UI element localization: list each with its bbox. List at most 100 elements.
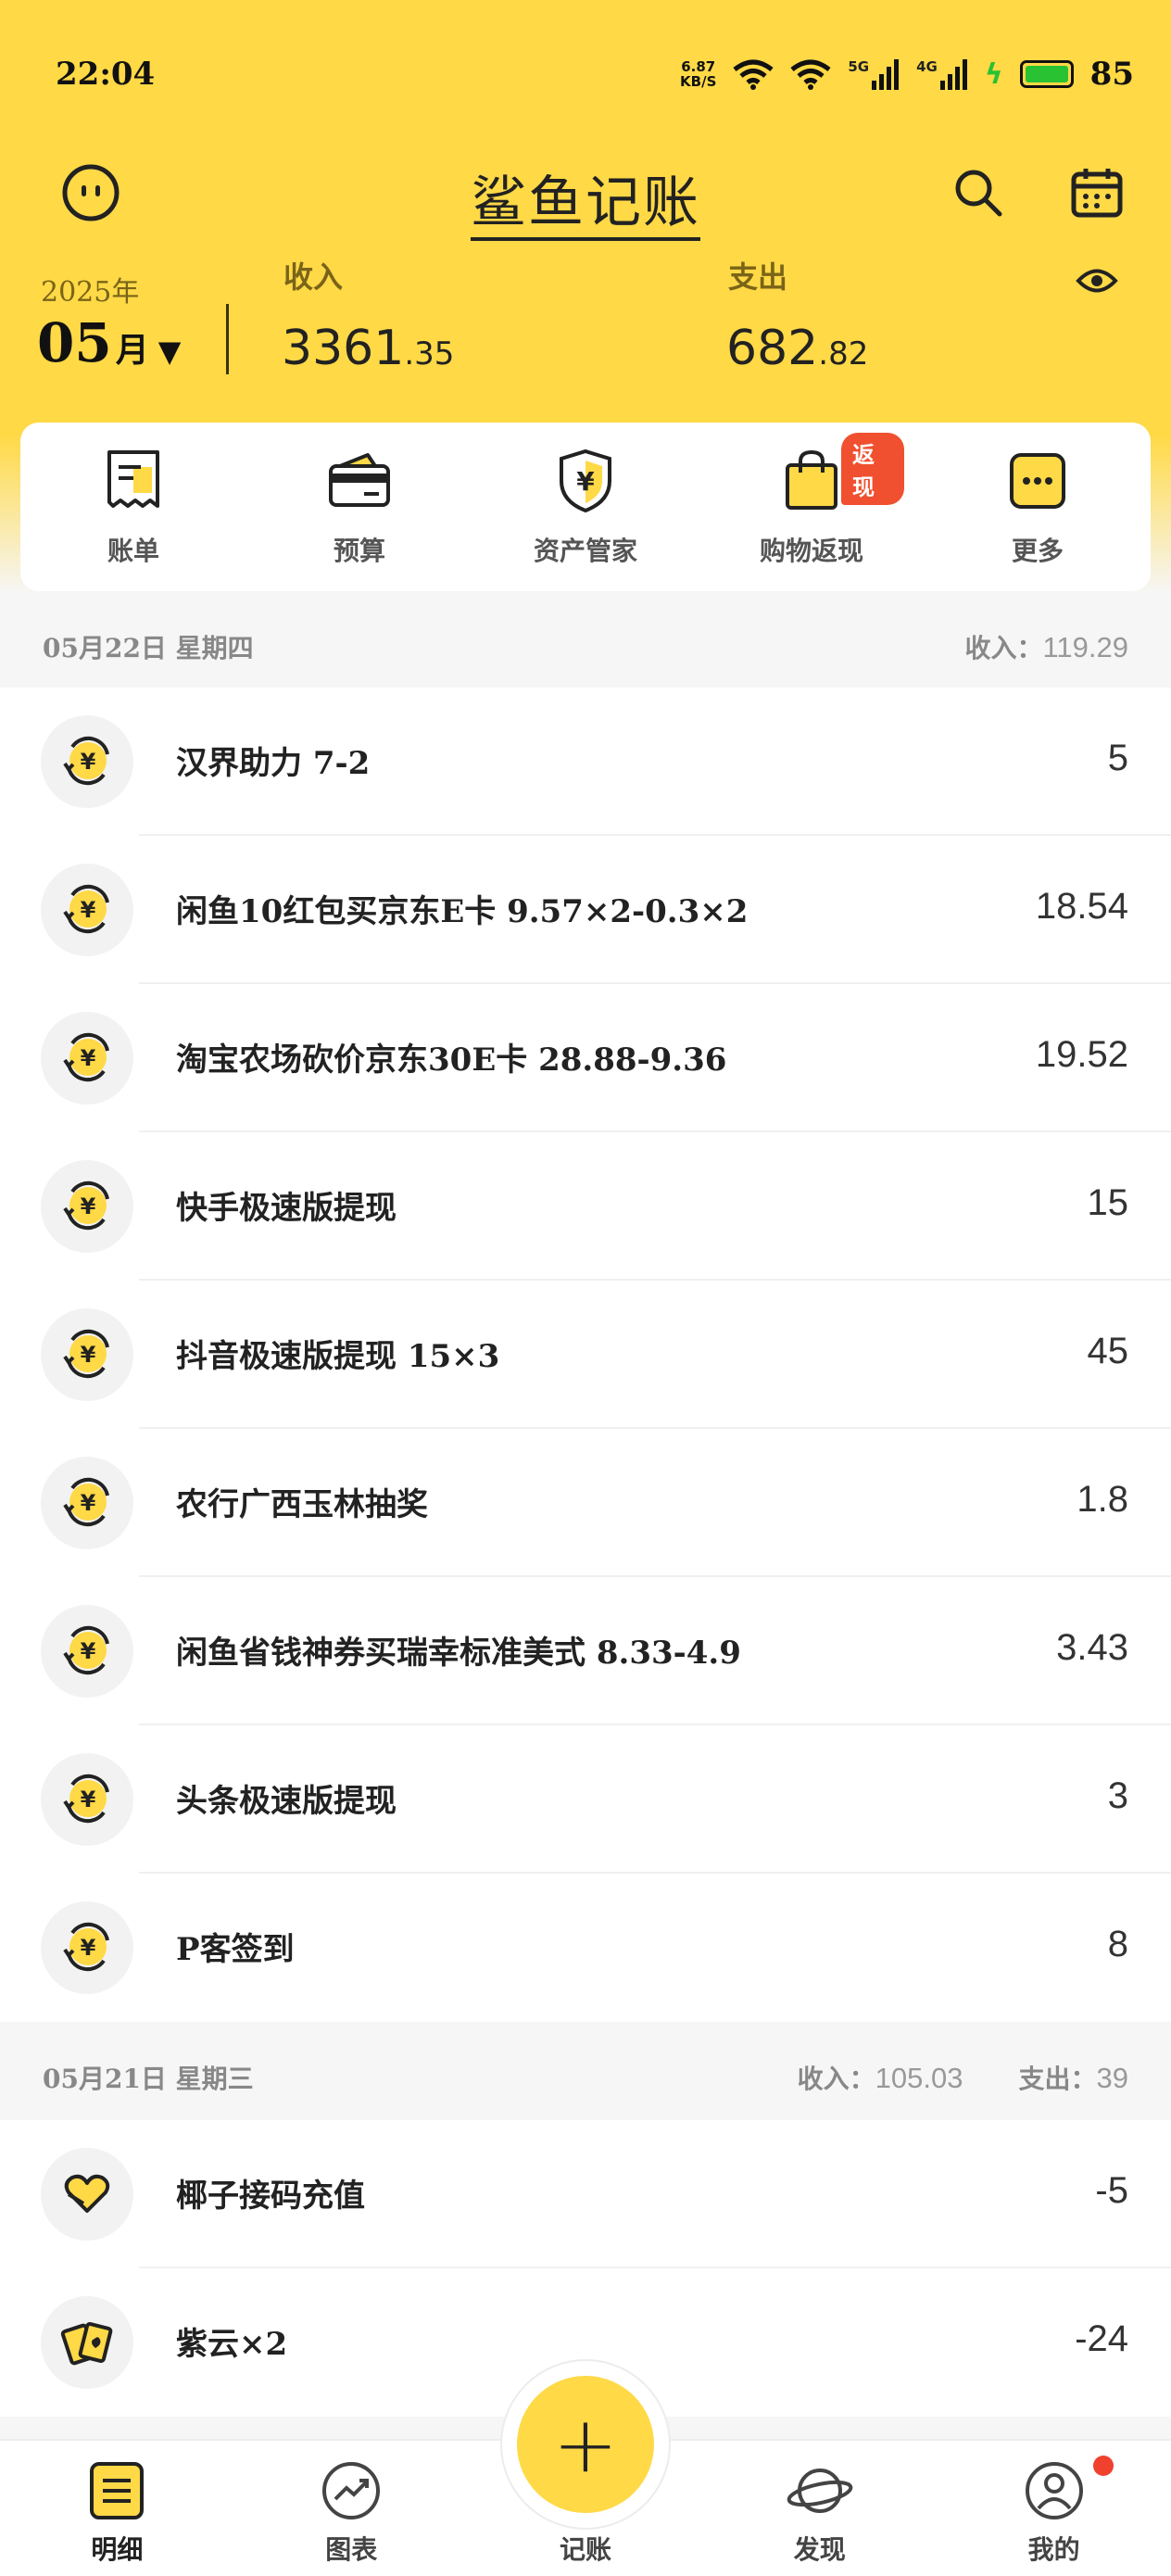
transaction-name: 紫云×2: [176, 2326, 288, 2363]
more-icon: [1002, 446, 1073, 516]
year-label: 2025年: [41, 276, 140, 309]
notification-dot: [1092, 2456, 1114, 2476]
transaction-list: ¥ 汉界助力 7-2 5 ¥ 闲鱼10红包买京东E卡 9.57×2-0.3×2 18.54…: [0, 688, 1171, 2022]
calendar-icon[interactable]: [1067, 163, 1127, 222]
eye-icon[interactable]: [1075, 265, 1119, 297]
yen-coin-icon: ¥: [41, 1160, 133, 1253]
search-icon[interactable]: [949, 163, 1008, 222]
yen-coin-icon: ¥: [41, 1457, 133, 1549]
svg-text:¥: ¥: [81, 1935, 96, 1961]
transaction-amount: 19.52: [1035, 1034, 1128, 1075]
status-icons: 6.87 KB/S 5G 4G ϟ 85: [680, 56, 1134, 93]
transaction-amount: 1.8: [1077, 1479, 1128, 1520]
yen-coin-icon: ¥: [41, 1308, 133, 1401]
add-record-button[interactable]: +: [517, 2376, 654, 2513]
cashback-badge: 返现: [841, 433, 904, 505]
day-date: 05月21日 星期三: [43, 2064, 254, 2094]
transaction-name: 快手极速版提现: [176, 1190, 397, 1227]
transaction-amount: 3: [1107, 1775, 1128, 1816]
nav-details[interactable]: 明细: [0, 2441, 234, 2576]
cards-icon: [41, 2296, 133, 2389]
transaction-name: 闲鱼10红包买京东E卡 9.57×2-0.3×2: [176, 893, 749, 930]
transaction-row[interactable]: ¥ 头条极速版提现 3: [0, 1725, 1171, 1874]
transaction-row[interactable]: 椰子接码充值 -5: [0, 2120, 1171, 2268]
yen-coin-icon: ¥: [41, 1012, 133, 1105]
transaction-amount: -5: [1095, 2170, 1128, 2211]
svg-text:¥: ¥: [81, 1490, 96, 1516]
transaction-row[interactable]: ¥ 农行广西玉林抽奖 1.8: [0, 1429, 1171, 1577]
signal-5g: 5G: [848, 58, 900, 90]
svg-text:¥: ¥: [81, 897, 96, 923]
planet-icon: [787, 2457, 853, 2524]
day-expense: 支出：39: [1018, 2062, 1129, 2094]
shield-yen-icon: ¥: [550, 446, 621, 516]
net-speed: 6.87 KB/S: [680, 58, 717, 90]
caret-down-icon: ▼: [157, 334, 182, 369]
plus-icon: +: [552, 2399, 619, 2490]
transaction-amount: 18.54: [1035, 886, 1128, 927]
shortcut-bill[interactable]: 账单: [41, 446, 226, 568]
battery-percent: 85: [1089, 56, 1134, 93]
signal-icon: [872, 59, 900, 90]
transaction-amount: 8: [1107, 1924, 1128, 1964]
expense-total: 682.82: [726, 321, 869, 376]
signal-4g: 4G: [916, 58, 968, 90]
chart-icon: [318, 2457, 384, 2524]
transaction-amount: 15: [1087, 1182, 1129, 1223]
transaction-amount: 5: [1107, 738, 1128, 778]
transaction-row[interactable]: ¥ 闲鱼省钱神券买瑞幸标准美式 8.33-4.9 3.43: [0, 1577, 1171, 1725]
expense-label: 支出: [728, 259, 788, 295]
transaction-name: 椰子接码充值: [176, 2178, 365, 2215]
yen-coin-icon: ¥: [41, 715, 133, 808]
status-bar: 22:04 6.87 KB/S 5G 4G ϟ 85: [56, 46, 1134, 102]
user-icon: [1021, 2457, 1088, 2524]
day-income: 收入：119.29: [964, 631, 1128, 663]
yen-coin-icon: ¥: [41, 864, 133, 956]
transaction-row[interactable]: ¥ 抖音极速版提现 15×3 45: [0, 1281, 1171, 1429]
svg-text:¥: ¥: [81, 1045, 96, 1071]
income-total: 3361.35: [282, 321, 455, 376]
nav-mine[interactable]: 我的: [937, 2441, 1171, 2576]
transaction-name: 闲鱼省钱神券买瑞幸标准美式 8.33-4.9: [176, 1635, 741, 1672]
transaction-name: 淘宝农场砍价京东30E卡 28.88-9.36: [176, 1042, 727, 1079]
day-header: 05月21日 星期三 收入：105.03 支出：39: [0, 2050, 1171, 2105]
charging-icon: ϟ: [984, 57, 1003, 91]
svg-text:¥: ¥: [81, 1342, 96, 1368]
transaction-name: 抖音极速版提现 15×3: [176, 1338, 500, 1375]
transaction-name: 头条极速版提现: [176, 1783, 397, 1820]
transaction-row[interactable]: ¥ 淘宝农场砍价京东30E卡 28.88-9.36 19.52: [0, 984, 1171, 1132]
transaction-name: P客签到: [176, 1931, 295, 1968]
shortcut-cashback[interactable]: 返现 购物返现: [719, 433, 904, 568]
transaction-name: 农行广西玉林抽奖: [176, 1486, 428, 1523]
shortcut-budget[interactable]: 预算: [267, 446, 452, 568]
wifi-icon: [790, 59, 831, 90]
nav-discover[interactable]: 发现: [702, 2441, 937, 2576]
nav-charts[interactable]: 图表: [234, 2441, 469, 2576]
day-header: 05月22日 星期四 收入：119.29: [0, 619, 1171, 675]
svg-text:¥: ¥: [81, 1787, 96, 1812]
svg-text:¥: ¥: [81, 749, 96, 775]
shopping-bag-icon: [776, 446, 847, 516]
transaction-row[interactable]: ¥ 闲鱼10红包买京东E卡 9.57×2-0.3×2 18.54: [0, 836, 1171, 984]
yen-coin-icon: ¥: [41, 1753, 133, 1846]
svg-text:¥: ¥: [81, 1638, 96, 1664]
transaction-name: 汉界助力 7-2: [176, 745, 371, 782]
income-label: 收入: [283, 259, 344, 295]
battery-icon: [1019, 60, 1074, 88]
wallet-icon: [324, 446, 395, 516]
wifi-icon: [733, 59, 774, 90]
transaction-amount: 45: [1087, 1331, 1129, 1371]
svg-text:¥: ¥: [576, 466, 595, 497]
shortcut-card: 账单 预算 ¥ 资产管家 返现 购物返现 更多: [20, 423, 1151, 591]
transaction-row[interactable]: ¥ 快手极速版提现 15: [0, 1132, 1171, 1281]
day-income: 收入：105.03: [797, 2062, 963, 2094]
shortcut-assets[interactable]: ¥ 资产管家: [493, 446, 678, 568]
signal-icon: [939, 59, 967, 90]
shortcut-more[interactable]: 更多: [945, 446, 1130, 568]
transaction-amount: -24: [1075, 2318, 1128, 2359]
summary-divider: [226, 304, 229, 374]
month-selector[interactable]: 05 月 ▼: [37, 311, 181, 374]
transaction-row[interactable]: ¥ 汉界助力 7-2 5: [0, 688, 1171, 836]
day-date: 05月22日 星期四: [43, 633, 254, 663]
transaction-row[interactable]: ¥ P客签到 8: [0, 1874, 1171, 2022]
